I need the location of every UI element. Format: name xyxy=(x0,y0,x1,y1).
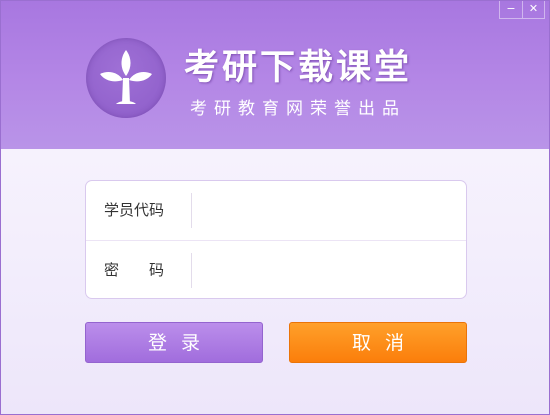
password-input[interactable] xyxy=(198,253,457,290)
window-controls: − ✕ xyxy=(499,1,545,19)
minimize-button[interactable]: − xyxy=(499,1,522,19)
cancel-button[interactable]: 取消 xyxy=(289,322,467,363)
login-button[interactable]: 登录 xyxy=(85,322,263,363)
close-button[interactable]: ✕ xyxy=(522,1,545,19)
student-code-row: 学员代码 xyxy=(86,181,466,241)
password-label: 密 码 xyxy=(104,261,165,279)
student-code-label: 学员代码 xyxy=(104,201,165,219)
field-divider xyxy=(191,193,192,228)
header-banner: − ✕ 考研下载课堂 考研教育网荣誉出品 xyxy=(1,1,549,149)
login-form: 学员代码 密 码 xyxy=(85,180,467,299)
app-title: 考研下载课堂 xyxy=(184,48,413,88)
login-window: − ✕ 考研下载课堂 考研教育网荣誉出品 学员代码 密 码 登录 取消 xyxy=(0,0,550,415)
app-logo xyxy=(86,38,166,118)
password-row: 密 码 xyxy=(86,241,466,300)
field-divider xyxy=(191,253,192,288)
student-code-input[interactable] xyxy=(198,193,457,230)
sprout-icon xyxy=(100,50,152,104)
minimize-icon: − xyxy=(506,2,516,15)
cancel-button-label: 取消 xyxy=(351,332,418,354)
app-subtitle: 考研教育网荣誉出品 xyxy=(190,99,406,119)
login-button-label: 登录 xyxy=(147,332,214,354)
close-icon: ✕ xyxy=(528,2,539,15)
